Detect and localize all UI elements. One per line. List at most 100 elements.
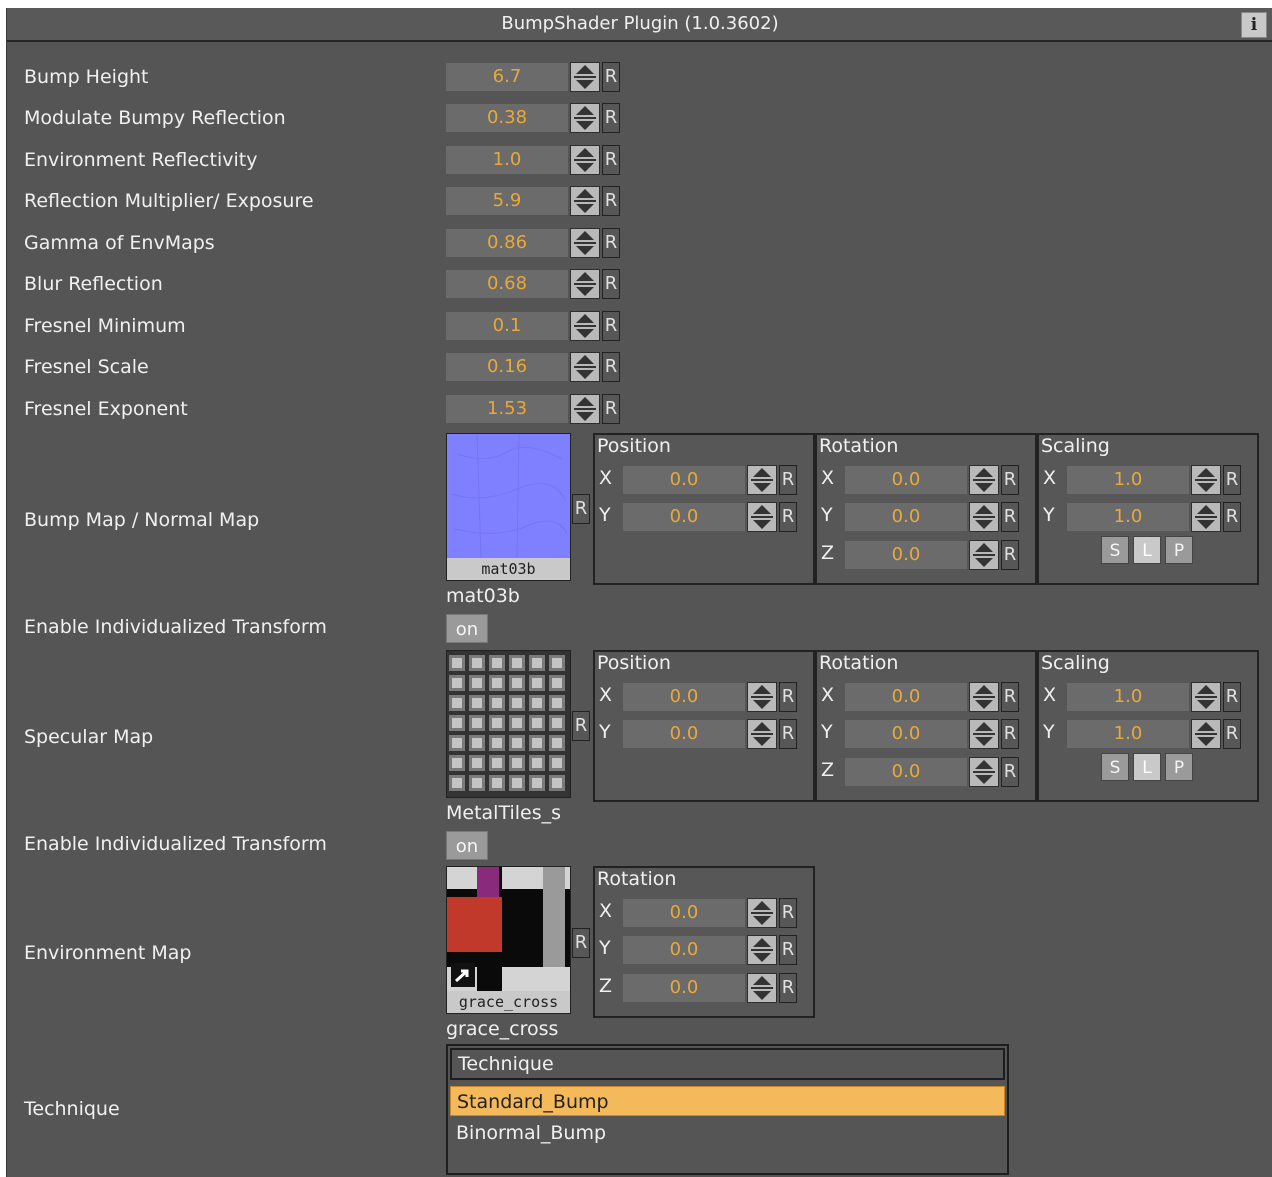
specular-map-pos-y-spinner[interactable] bbox=[747, 719, 777, 749]
modulate-bumpy-reflection-field[interactable]: 0.38 bbox=[446, 104, 568, 132]
environment-reflectivity-reset[interactable]: R bbox=[602, 145, 620, 175]
bump-map-rot-x-spinner[interactable] bbox=[969, 465, 999, 495]
info-button[interactable]: i bbox=[1241, 12, 1267, 38]
axis-label-y: Y bbox=[599, 504, 611, 526]
arrow-up-icon bbox=[975, 760, 993, 769]
specular-map-pos-x-spinner[interactable] bbox=[747, 682, 777, 712]
blur-reflection-field[interactable]: 0.68 bbox=[446, 270, 568, 298]
environment-map-rot-x-field[interactable]: 0.0 bbox=[623, 899, 745, 927]
bump-map-scale-y-spinner[interactable] bbox=[1191, 502, 1221, 532]
bump-map-rot-y-field[interactable]: 0.0 bbox=[845, 503, 967, 531]
bump-map-rot-x-reset[interactable]: R bbox=[1001, 465, 1019, 495]
specular-map-scale-x-spinner[interactable] bbox=[1191, 682, 1221, 712]
environment-map-rot-z-spinner[interactable] bbox=[747, 973, 777, 1003]
specular-map-pos-y-field[interactable]: 0.0 bbox=[623, 720, 745, 748]
specular-map-scale-y-field[interactable]: 1.0 bbox=[1067, 720, 1189, 748]
bump-map-scale-mode-s[interactable]: S bbox=[1101, 536, 1129, 564]
environment-map-rot-z-reset[interactable]: R bbox=[779, 973, 797, 1003]
gamma-envmaps-reset[interactable]: R bbox=[602, 228, 620, 258]
bump-map-rot-y-reset[interactable]: R bbox=[1001, 502, 1019, 532]
axis-label-x: X bbox=[599, 900, 613, 922]
bump-map-pos-y-field[interactable]: 0.0 bbox=[623, 503, 745, 531]
specular-map-rot-x-field[interactable]: 0.0 bbox=[845, 683, 967, 711]
specular-map-thumbnail[interactable] bbox=[446, 650, 571, 798]
bump-map-pos-y-spinner[interactable] bbox=[747, 502, 777, 532]
specular-map-rot-x-spinner[interactable] bbox=[969, 682, 999, 712]
bump-map-scale-mode-p[interactable]: P bbox=[1165, 536, 1193, 564]
specular-map-pos-y-reset[interactable]: R bbox=[779, 719, 797, 749]
modulate-bumpy-reflection-reset[interactable]: R bbox=[602, 103, 620, 133]
specular-map-rot-x-reset[interactable]: R bbox=[1001, 682, 1019, 712]
specular-map-scale-mode-p[interactable]: P bbox=[1165, 753, 1193, 781]
specular-map-pos-x-field[interactable]: 0.0 bbox=[623, 683, 745, 711]
bump-map-scale-y-field[interactable]: 1.0 bbox=[1067, 503, 1189, 531]
bump-map-pos-y-reset[interactable]: R bbox=[779, 502, 797, 532]
environment-map-rot-x-reset[interactable]: R bbox=[779, 898, 797, 928]
fresnel-scale-field[interactable]: 0.16 bbox=[446, 353, 568, 381]
reflection-multiplier-spinner[interactable] bbox=[570, 186, 600, 216]
environment-reflectivity-field[interactable]: 1.0 bbox=[446, 146, 568, 174]
specular-map-reset[interactable]: R bbox=[572, 711, 590, 741]
bump-height-field[interactable]: 6.7 bbox=[446, 63, 568, 91]
specular-map-rot-z-spinner[interactable] bbox=[969, 757, 999, 787]
environment-map-rot-x-spinner[interactable] bbox=[747, 898, 777, 928]
arrow-up-icon bbox=[975, 505, 993, 514]
environment-map-reset[interactable]: R bbox=[572, 928, 590, 958]
bump-map-scale-mode-l[interactable]: L bbox=[1133, 536, 1161, 564]
enable-transform-2-toggle[interactable]: on bbox=[446, 831, 488, 860]
bump-map-pos-x-reset[interactable]: R bbox=[779, 465, 797, 495]
modulate-bumpy-reflection-spinner[interactable] bbox=[570, 103, 600, 133]
environment-map-rot-y-reset[interactable]: R bbox=[779, 935, 797, 965]
fresnel-scale-reset[interactable]: R bbox=[602, 352, 620, 382]
specular-map-rot-y-reset[interactable]: R bbox=[1001, 719, 1019, 749]
fresnel-scale-spinner[interactable] bbox=[570, 352, 600, 382]
bump-map-pos-x-spinner[interactable] bbox=[747, 465, 777, 495]
specular-map-rot-y-field[interactable]: 0.0 bbox=[845, 720, 967, 748]
specular-map-scale-y-reset[interactable]: R bbox=[1223, 719, 1241, 749]
fresnel-minimum-field[interactable]: 0.1 bbox=[446, 312, 568, 340]
technique-option-standard-bump[interactable]: Standard_Bump bbox=[450, 1086, 1005, 1116]
blur-reflection-spinner[interactable] bbox=[570, 269, 600, 299]
bump-map-rot-y-spinner[interactable] bbox=[969, 502, 999, 532]
environment-map-rot-y-spinner[interactable] bbox=[747, 935, 777, 965]
bump-height-spinner[interactable] bbox=[570, 62, 600, 92]
specular-map-scale-x-field[interactable]: 1.0 bbox=[1067, 683, 1189, 711]
environment-map-rot-z-field[interactable]: 0.0 bbox=[623, 974, 745, 1002]
specular-map-scale-mode-l[interactable]: L bbox=[1133, 753, 1161, 781]
bump-map-rot-z-reset[interactable]: R bbox=[1001, 540, 1019, 570]
bump-map-scale-x-field[interactable]: 1.0 bbox=[1067, 466, 1189, 494]
specular-map-scale-y-spinner[interactable] bbox=[1191, 719, 1221, 749]
reflection-multiplier-reset[interactable]: R bbox=[602, 186, 620, 216]
enable-transform-1-toggle[interactable]: on bbox=[446, 614, 488, 643]
specular-map-scale-x-reset[interactable]: R bbox=[1223, 682, 1241, 712]
technique-list[interactable]: Technique Standard_Bump Binormal_Bump bbox=[446, 1044, 1009, 1175]
specular-map-rot-z-field[interactable]: 0.0 bbox=[845, 758, 967, 786]
fresnel-minimum-spinner[interactable] bbox=[570, 311, 600, 341]
blur-reflection-reset[interactable]: R bbox=[602, 269, 620, 299]
bump-map-thumbnail[interactable]: mat03b bbox=[446, 433, 571, 581]
bump-map-scale-x-spinner[interactable] bbox=[1191, 465, 1221, 495]
specular-map-pos-x-reset[interactable]: R bbox=[779, 682, 797, 712]
bump-map-pos-x-field[interactable]: 0.0 bbox=[623, 466, 745, 494]
specular-map-rot-y-spinner[interactable] bbox=[969, 719, 999, 749]
environment-map-rot-y-field[interactable]: 0.0 bbox=[623, 936, 745, 964]
environment-reflectivity-spinner[interactable] bbox=[570, 145, 600, 175]
bump-map-reset[interactable]: R bbox=[572, 494, 590, 524]
gamma-envmaps-spinner[interactable] bbox=[570, 228, 600, 258]
fresnel-exponent-field[interactable]: 1.53 bbox=[446, 395, 568, 423]
bump-map-rot-x-field[interactable]: 0.0 bbox=[845, 466, 967, 494]
bump-map-rot-z-field[interactable]: 0.0 bbox=[845, 541, 967, 569]
specular-map-scale-mode-s[interactable]: S bbox=[1101, 753, 1129, 781]
bump-height-reset[interactable]: R bbox=[602, 62, 620, 92]
bump-map-scale-y-reset[interactable]: R bbox=[1223, 502, 1241, 532]
fresnel-exponent-spinner[interactable] bbox=[570, 394, 600, 424]
bump-map-rot-z-spinner[interactable] bbox=[969, 540, 999, 570]
technique-option-binormal-bump[interactable]: Binormal_Bump bbox=[450, 1118, 1005, 1148]
fresnel-exponent-reset[interactable]: R bbox=[602, 394, 620, 424]
gamma-envmaps-field[interactable]: 0.86 bbox=[446, 229, 568, 257]
fresnel-minimum-reset[interactable]: R bbox=[602, 311, 620, 341]
bump-map-scale-x-reset[interactable]: R bbox=[1223, 465, 1241, 495]
specular-map-rot-z-reset[interactable]: R bbox=[1001, 757, 1019, 787]
environment-map-thumbnail[interactable]: grace_cross bbox=[446, 866, 571, 1014]
reflection-multiplier-field[interactable]: 5.9 bbox=[446, 187, 568, 215]
